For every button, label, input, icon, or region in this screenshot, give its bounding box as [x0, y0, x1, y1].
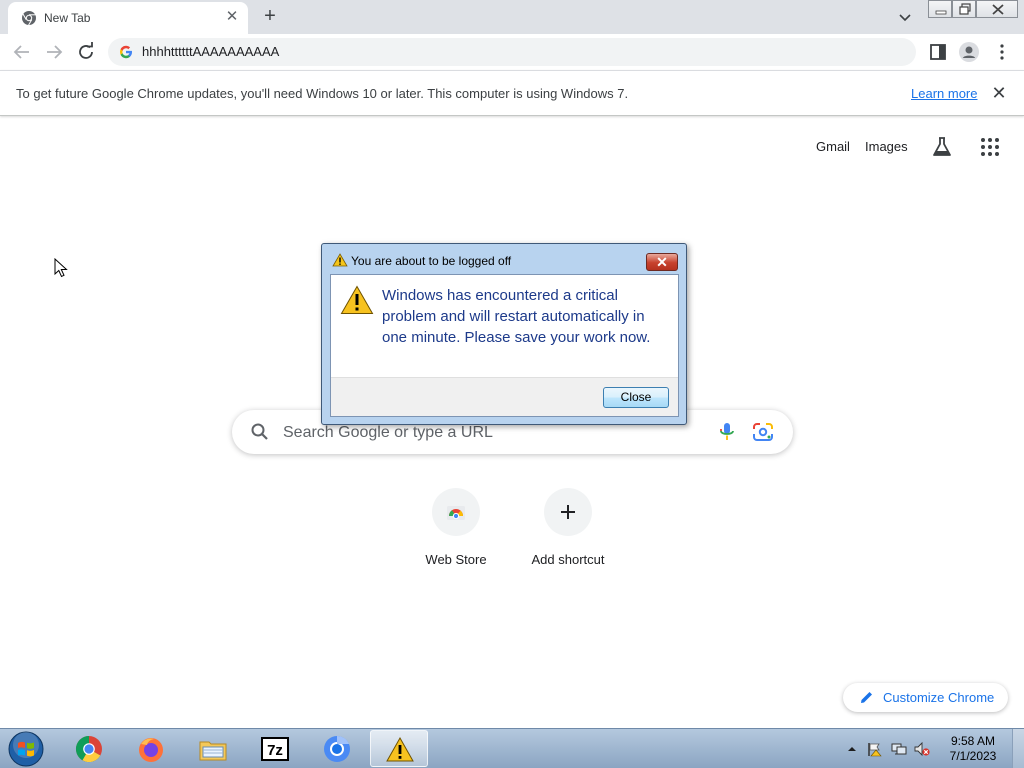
dialog-body: Windows has encountered a critical probl… [330, 274, 679, 417]
close-icon: ✕ [656, 254, 668, 270]
clock-date: 7/1/2023 [949, 749, 997, 763]
shortcut-icon-circle [432, 488, 480, 536]
firefox-icon [139, 738, 163, 762]
shortcut-label: Web Store [425, 552, 487, 567]
google-apps-grid-icon[interactable] [980, 137, 1000, 157]
plus-icon [561, 505, 575, 519]
pencil-icon [861, 692, 872, 703]
close-icon [992, 4, 1004, 15]
restore-icon [959, 3, 971, 15]
search-placeholder: Search Google or type a URL [283, 424, 493, 441]
volume-muted-icon[interactable] [914, 741, 930, 757]
taskbar-file-explorer[interactable] [184, 730, 242, 767]
forward-arrow-icon[interactable] [42, 40, 66, 64]
shortcut-web-store[interactable]: Web Store [400, 488, 512, 580]
logoff-warning-dialog: You are about to be logged off ✕ Windows… [321, 243, 687, 425]
restore-button[interactable] [952, 0, 976, 18]
voice-search-mic-icon[interactable] [717, 421, 737, 443]
taskbar-chromium[interactable] [308, 730, 366, 767]
warning-icon [340, 285, 374, 314]
learn-more-link[interactable]: Learn more [911, 86, 977, 102]
dialog-close-button[interactable]: ✕ [646, 253, 678, 271]
window-close-button[interactable] [976, 0, 1018, 18]
reload-icon[interactable] [74, 40, 98, 64]
shortcut-add[interactable]: Add shortcut [512, 488, 624, 580]
update-infobar: To get future Google Chrome updates, you… [0, 70, 1024, 116]
chrome-icon [75, 735, 102, 763]
svg-text:7z: 7z [267, 742, 283, 759]
google-g-icon [120, 45, 132, 59]
customize-chrome-button[interactable]: Customize Chrome [843, 683, 1008, 712]
file-explorer-icon [199, 741, 227, 761]
gmail-link[interactable]: Gmail [816, 139, 850, 155]
chrome-icon [22, 11, 36, 26]
customize-chrome-label: Customize Chrome [883, 690, 995, 705]
system-clock[interactable]: 9:58 AM 7/1/2023 [946, 734, 1000, 764]
kebab-menu-icon[interactable] [990, 40, 1014, 64]
infobar-message: To get future Google Chrome updates, you… [16, 86, 629, 101]
dialog-close-action-button[interactable]: Close [603, 387, 669, 408]
taskbar-7zip[interactable]: 7z [246, 730, 304, 767]
images-link[interactable]: Images [865, 139, 908, 155]
tab-strip: New Tab ✕ + [0, 0, 1024, 34]
browser-toolbar: hhhhttttttAAAAAAAAAA [0, 34, 1024, 70]
show-hidden-icons-chevron-icon[interactable] [844, 741, 860, 757]
mouse-cursor-icon [54, 258, 68, 278]
windows-start-orb-icon[interactable] [6, 730, 46, 768]
tab-new-tab[interactable]: New Tab ✕ [8, 2, 248, 34]
labs-flask-icon[interactable] [930, 135, 954, 159]
minimize-icon [935, 10, 947, 15]
back-arrow-icon[interactable] [10, 40, 34, 64]
screen: New Tab ✕ + hhhhttttttAAAAAAAAAA To get … [0, 0, 1024, 768]
warning-icon [332, 253, 348, 267]
show-desktop-button[interactable] [1012, 729, 1024, 768]
search-icon [251, 423, 268, 440]
taskbar-chrome[interactable] [60, 730, 118, 767]
new-tab-button[interactable]: + [258, 5, 282, 29]
chromium-icon [324, 736, 350, 762]
tab-close-icon[interactable]: ✕ [224, 9, 240, 25]
dialog-footer: Close [331, 377, 678, 416]
clock-time: 9:58 AM [950, 734, 996, 748]
google-lens-icon[interactable] [752, 422, 774, 442]
dialog-message: Windows has encountered a critical probl… [382, 287, 651, 346]
network-icon[interactable] [891, 741, 907, 757]
shortcut-icon-circle [544, 488, 592, 536]
shortcut-label: Add shortcut [531, 552, 605, 567]
dialog-title: You are about to be logged off [351, 254, 512, 268]
windows-taskbar: 7z 9:58 AM 7/1/2023 [0, 728, 1024, 768]
taskbar-warning-dialog[interactable] [370, 730, 428, 767]
minimize-button[interactable] [928, 0, 952, 18]
address-bar-text: hhhhttttttAAAAAAAAAA [142, 44, 280, 59]
warning-icon [386, 736, 414, 762]
web-store-icon [447, 506, 465, 520]
profile-avatar-icon[interactable] [957, 40, 981, 64]
address-bar[interactable]: hhhhttttttAAAAAAAAAA [108, 38, 916, 66]
taskbar-firefox[interactable] [122, 730, 180, 767]
7zip-icon: 7z [261, 737, 289, 761]
side-panel-icon[interactable] [926, 40, 950, 64]
tab-search-chevron-icon[interactable] [894, 6, 916, 28]
tab-title: New Tab [44, 11, 91, 25]
infobar-close-icon[interactable]: ✕ [990, 84, 1008, 102]
action-center-flag-icon[interactable] [866, 741, 882, 757]
